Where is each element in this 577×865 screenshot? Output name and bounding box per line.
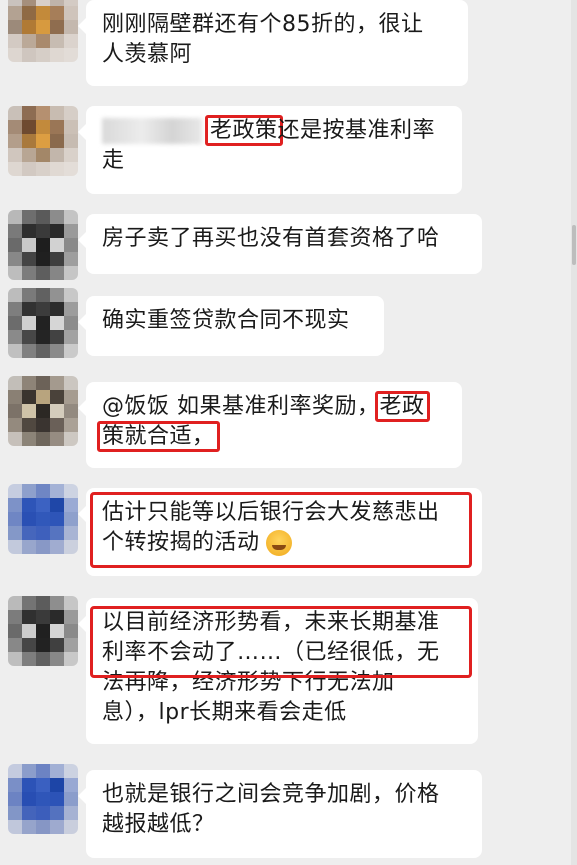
blurred-sender-name	[102, 118, 202, 144]
message-bubble: 以目前经济形势看，未来长期基准 利率不会动了……（已经很低，无 法再降，经济形势…	[78, 598, 478, 744]
message-text: 越报越低？	[102, 812, 215, 837]
message-text: 房子卖了再买也没有首套资格了哈	[102, 226, 440, 251]
message-bubble: 确实重签贷款合同不现实	[78, 296, 384, 356]
scrollbar-thumb[interactable]	[572, 225, 576, 265]
message-text: 人羡慕阿	[102, 42, 193, 67]
message-text: 确实重签贷款合同不现实	[102, 308, 350, 333]
message-bubble: @饭饭 如果基准利率奖励，老政 策就合适，	[78, 382, 462, 468]
highlight-box: 老政策	[205, 115, 283, 146]
message-text: 以目前经济形势看，未来长期基准	[102, 610, 440, 635]
message-bubble: 估计只能等以后银行会大发慈悲出 个转按揭的活动	[78, 488, 482, 576]
message-bubble: 老政策还是按基准利率 走	[78, 106, 462, 194]
avatar[interactable]	[8, 0, 78, 62]
avatar[interactable]	[8, 764, 78, 834]
avatar[interactable]	[8, 106, 78, 176]
message-bubble: 刚刚隔壁群还有个85折的，很让 人羡慕阿	[78, 0, 468, 86]
grinning-sweat-emoji-icon	[265, 530, 292, 556]
avatar[interactable]	[8, 596, 78, 666]
message-text: 刚刚隔壁群还有个85折的，很让	[102, 12, 424, 37]
message-text: 息），lpr长期来看会走低	[102, 700, 347, 725]
highlight-box: 策就合适，	[97, 421, 220, 452]
message-text: 个转按揭的活动	[102, 530, 260, 555]
message-text: 利率不会动了……（已经很低，无	[102, 640, 440, 665]
avatar[interactable]	[8, 288, 78, 358]
message-bubble: 房子卖了再买也没有首套资格了哈	[78, 214, 482, 274]
message-text: 也就是银行之间会竞争加剧，价格	[102, 782, 440, 807]
highlight-box: 老政	[374, 391, 430, 422]
avatar[interactable]	[8, 484, 78, 554]
scrollbar[interactable]	[571, 0, 577, 865]
message-text: 法再降，经济形势下行无法加	[102, 670, 395, 695]
message-bubble: 也就是银行之间会竞争加剧，价格 越报越低？	[78, 770, 482, 858]
message-text: 走	[102, 148, 125, 173]
message-text: 估计只能等以后银行会大发慈悲出	[102, 500, 440, 525]
avatar[interactable]	[8, 210, 78, 280]
avatar[interactable]	[8, 376, 78, 446]
